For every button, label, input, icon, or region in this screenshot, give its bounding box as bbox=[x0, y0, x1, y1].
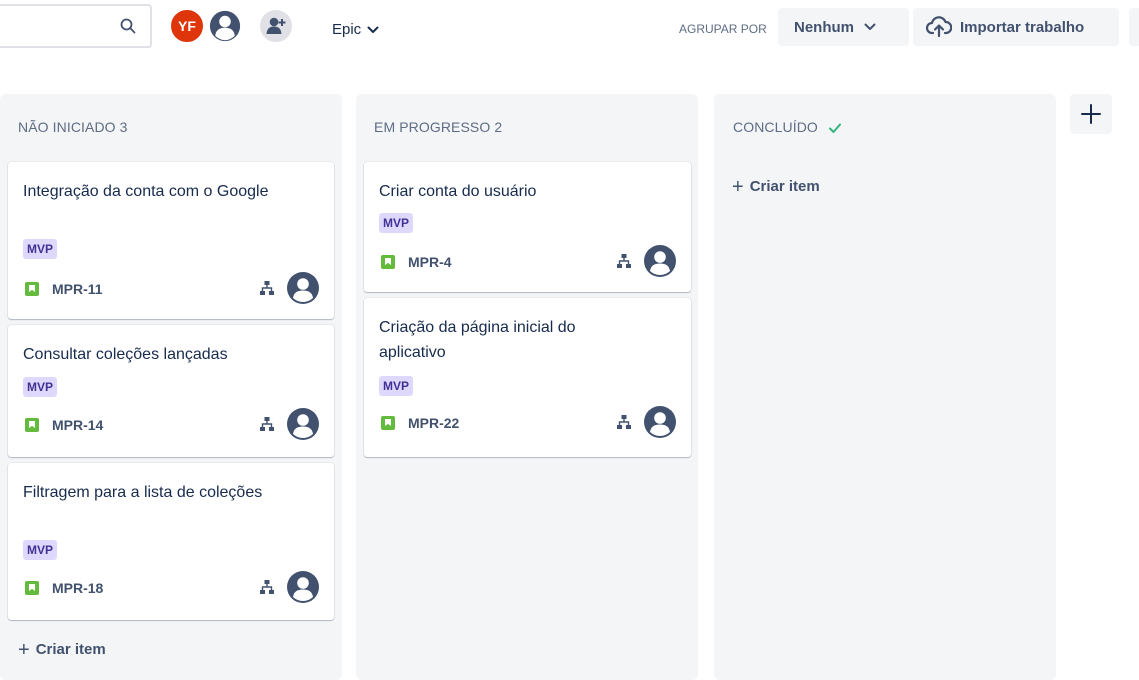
issue-title: Consultar coleções lançadas bbox=[23, 346, 228, 363]
chevron-down-icon bbox=[864, 23, 876, 30]
child-issues-icon bbox=[260, 417, 274, 431]
import-work-button[interactable]: Importar trabalho bbox=[913, 8, 1119, 46]
column-nao-iniciado: NÃO INICIADO 3 Integração da conta com o… bbox=[0, 94, 342, 680]
epic-label: MVP bbox=[23, 239, 58, 259]
issue-card[interactable]: Criação da página inicial do aplicativo … bbox=[364, 298, 691, 457]
group-by-label: AGRUPAR POR bbox=[679, 22, 767, 36]
story-icon bbox=[25, 581, 39, 595]
child-issues-icon bbox=[260, 281, 274, 295]
child-issues-icon bbox=[260, 580, 274, 594]
issue-key: MPR-4 bbox=[408, 254, 452, 270]
column-title: CONCLUÍDO bbox=[733, 119, 818, 135]
issue-key: MPR-18 bbox=[52, 580, 104, 596]
assignee-avatar-icon[interactable] bbox=[644, 245, 676, 277]
issue-card[interactable]: Consultar coleções lançadas MVP MPR-14 bbox=[8, 325, 334, 457]
epic-label: MVP bbox=[379, 213, 414, 233]
avatar-yf[interactable]: YF bbox=[169, 8, 205, 44]
avatar-user[interactable] bbox=[207, 8, 243, 44]
column-title-wrap: CONCLUÍDO bbox=[733, 119, 842, 135]
plus-icon bbox=[1081, 104, 1101, 124]
check-icon bbox=[828, 123, 841, 134]
issue-card[interactable]: Integração da conta com o Google MVP MPR… bbox=[8, 162, 334, 319]
story-icon bbox=[25, 282, 39, 296]
column-title: NÃO INICIADO 3 bbox=[18, 119, 128, 135]
issue-title: Criação da página inicial do aplicativo bbox=[379, 319, 576, 361]
column-concluido: CONCLUÍDO + Criar item bbox=[714, 94, 1056, 680]
cloud-upload-icon bbox=[926, 16, 952, 38]
plus-icon: + bbox=[18, 639, 30, 661]
assignee-avatar-icon[interactable] bbox=[287, 272, 319, 304]
search-icon bbox=[120, 18, 136, 34]
child-issues-icon bbox=[617, 415, 631, 429]
import-work-label: Importar trabalho bbox=[960, 18, 1085, 36]
epic-label: MVP bbox=[23, 377, 58, 397]
assignee-avatar-icon[interactable] bbox=[287, 571, 319, 603]
add-people-button[interactable] bbox=[258, 8, 294, 44]
epic-filter[interactable]: Epic bbox=[332, 21, 379, 38]
create-issue-button[interactable]: + Criar item bbox=[18, 639, 106, 662]
issue-key: MPR-11 bbox=[52, 281, 103, 297]
story-icon bbox=[25, 418, 39, 432]
board-toolbar: YF Epic AGRUPAR POR Nenhum Importar trab… bbox=[0, 0, 1139, 64]
issue-key: MPR-22 bbox=[408, 415, 460, 431]
issue-card[interactable]: Criar conta do usuário MVP MPR-4 bbox=[364, 162, 691, 292]
issue-title: Criar conta do usuário bbox=[379, 183, 537, 200]
assignee-avatar-icon[interactable] bbox=[644, 406, 676, 438]
column-title: EM PROGRESSO 2 bbox=[374, 119, 503, 135]
issue-card[interactable]: Filtragem para a lista de coleções MVP M… bbox=[8, 463, 334, 620]
story-icon bbox=[381, 255, 395, 269]
child-issues-icon bbox=[617, 254, 631, 268]
group-by-select[interactable]: Nenhum bbox=[778, 8, 909, 46]
more-actions-button[interactable] bbox=[1129, 8, 1139, 46]
issue-title: Integração da conta com o Google bbox=[23, 183, 269, 200]
search-input[interactable] bbox=[0, 4, 152, 48]
plus-icon: + bbox=[732, 176, 744, 198]
issue-key: MPR-14 bbox=[52, 417, 104, 433]
chevron-down-icon bbox=[367, 26, 379, 34]
create-issue-label: Criar item bbox=[35, 641, 106, 658]
add-user-icon bbox=[266, 17, 286, 34]
epic-label: MVP bbox=[379, 376, 414, 396]
issue-title: Filtragem para a lista de coleções bbox=[23, 484, 263, 501]
story-icon bbox=[381, 416, 395, 430]
create-issue-button[interactable]: + Criar item bbox=[732, 176, 820, 199]
user-icon bbox=[209, 10, 241, 42]
create-issue-label: Criar item bbox=[749, 178, 820, 195]
assignee-avatar-icon[interactable] bbox=[287, 408, 319, 440]
epic-filter-label: Epic bbox=[332, 21, 362, 38]
add-column-button[interactable] bbox=[1070, 94, 1112, 134]
group-by-value: Nenhum bbox=[794, 18, 854, 36]
epic-label: MVP bbox=[23, 540, 58, 560]
column-em-progresso: EM PROGRESSO 2 Criar conta do usuário MV… bbox=[356, 94, 698, 680]
